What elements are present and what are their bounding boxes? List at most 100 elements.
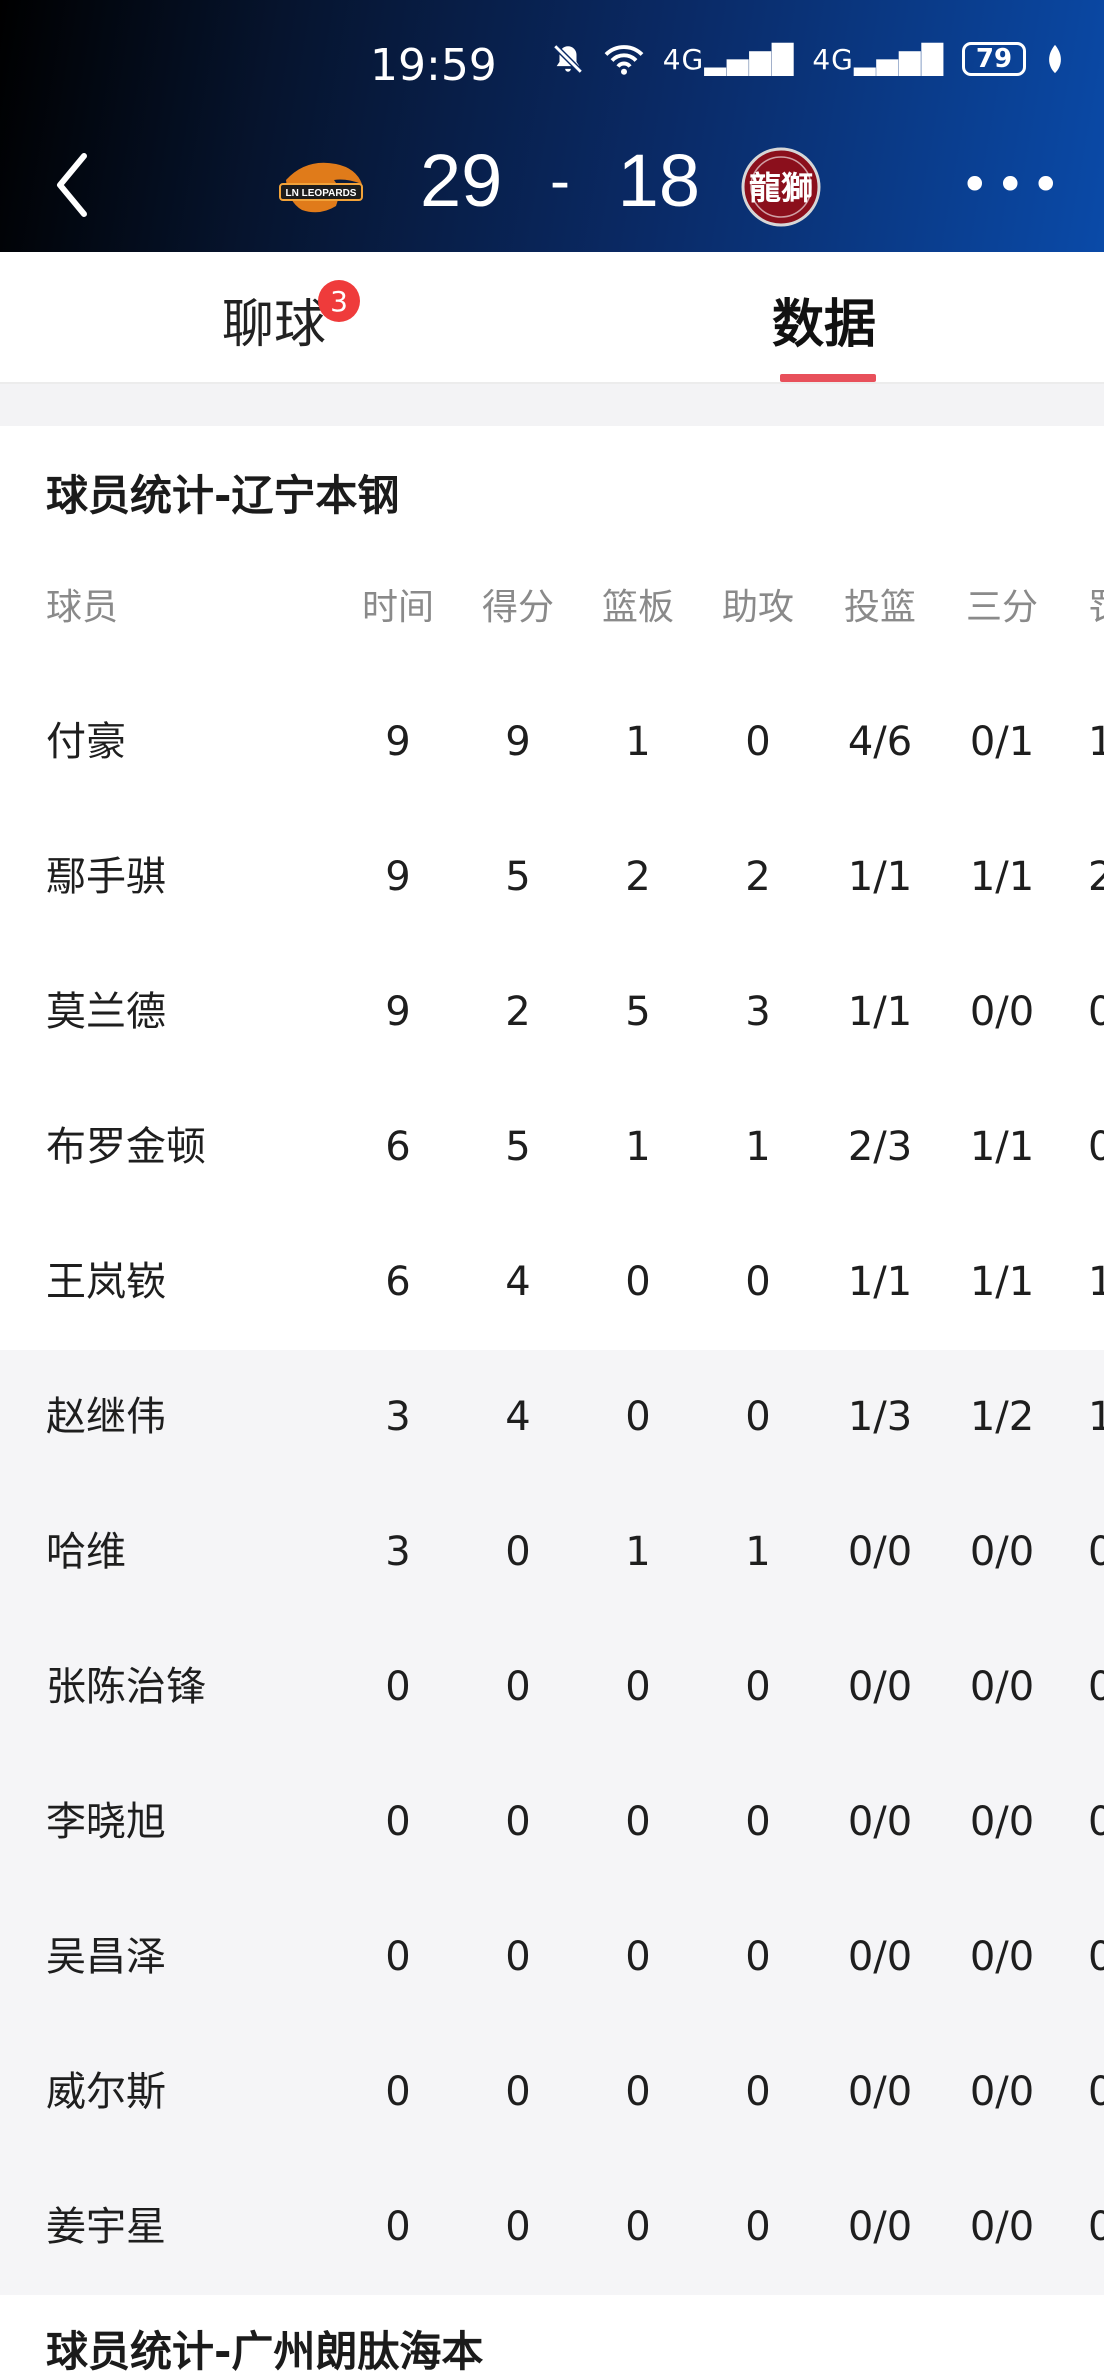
stat-ft: 1 (1088, 719, 1104, 765)
player-name[interactable]: 吴昌泽 (46, 1890, 166, 2025)
stat-ast: 0 (745, 1799, 771, 1845)
table-row[interactable]: 哈维 3 0 1 1 0/0 0/0 0 (0, 1485, 1104, 1620)
wifi-icon (604, 45, 644, 75)
active-tab-indicator (780, 374, 876, 382)
stat-tp: 1/2 (969, 1394, 1035, 1440)
stat-pts: 0 (505, 2069, 531, 2115)
home-team-logo: LN LEOPARDS (279, 162, 363, 213)
stat-fg: 2/3 (847, 1124, 913, 1170)
tab-bar: 聊球 3 数据 (0, 252, 1104, 384)
table-row[interactable]: 张陈治锋 0 0 0 0 0/0 0/0 0 (0, 1620, 1104, 1755)
stat-ast: 1 (745, 1529, 771, 1575)
stat-ast: 0 (745, 1934, 771, 1980)
stat-min: 0 (385, 2069, 411, 2115)
home-logo-text: LN LEOPARDS (286, 188, 357, 199)
stat-min: 0 (385, 1934, 411, 1980)
table-row[interactable]: 李晓旭 0 0 0 0 0/0 0/0 0 (0, 1755, 1104, 1890)
table-row[interactable]: 赵继伟 3 4 0 0 1/3 1/2 1 (0, 1350, 1104, 1485)
table-row[interactable]: 布罗金顿 6 5 1 1 2/3 1/1 0 (0, 1080, 1104, 1215)
player-name[interactable]: 布罗金顿 (46, 1080, 206, 1215)
leaf-icon (1049, 44, 1061, 74)
player-name[interactable]: 姜宇星 (46, 2160, 166, 2295)
stat-min: 6 (385, 1124, 411, 1170)
stat-fg: 1/1 (847, 989, 913, 1035)
table-row[interactable]: 王岚嵚 6 4 0 0 1/1 1/1 1 (0, 1215, 1104, 1350)
stat-min: 9 (385, 854, 411, 900)
stat-fg: 0/0 (847, 1529, 913, 1575)
table-row[interactable]: 鄢手骐 9 5 2 2 1/1 1/1 2 (0, 810, 1104, 945)
stat-min: 0 (385, 1799, 411, 1845)
table-row[interactable]: 莫兰德 9 2 5 3 1/1 0/0 0 (0, 945, 1104, 1080)
status-time: 19:59 (370, 40, 497, 91)
column-header: 球员 (46, 587, 119, 628)
stat-pts: 0 (505, 1529, 531, 1575)
stat-ft: 0 (1088, 1124, 1104, 1170)
stat-tp: 0/0 (969, 1664, 1035, 1710)
player-name[interactable]: 赵继伟 (46, 1350, 166, 1485)
column-header: 得分 (481, 587, 554, 628)
stat-ft: 0 (1088, 1799, 1104, 1845)
player-name[interactable]: 威尔斯 (46, 2025, 166, 2160)
stat-min: 3 (385, 1529, 411, 1575)
stat-min: 0 (385, 2204, 411, 2250)
stat-tp: 0/0 (969, 1799, 1035, 1845)
stat-pts: 0 (505, 2204, 531, 2250)
stat-fg: 1/1 (847, 854, 913, 900)
stat-pts: 5 (505, 854, 531, 900)
player-name[interactable]: 付豪 (46, 675, 126, 810)
stat-tp: 0/1 (969, 719, 1035, 765)
column-header: 助攻 (721, 587, 794, 628)
stat-min: 9 (385, 719, 411, 765)
signal-bars-icon: ▂▄▆█ (704, 42, 795, 76)
stat-ast: 2 (745, 854, 771, 900)
column-header: 篮板 (601, 587, 674, 628)
stat-ast: 0 (745, 1394, 771, 1440)
stat-ft: 0 (1088, 1934, 1104, 1980)
column-header: 时间 (361, 587, 434, 628)
stat-tp: 1/1 (969, 1124, 1035, 1170)
stat-fg: 1/3 (847, 1394, 913, 1440)
section-divider (0, 384, 1104, 426)
tab-data[interactable]: 数据 (772, 282, 876, 357)
stat-tp: 0/0 (969, 2204, 1035, 2250)
stat-pts: 4 (505, 1394, 531, 1440)
player-name[interactable]: 李晓旭 (46, 1755, 166, 1890)
table-row[interactable]: 姜宇星 0 0 0 0 0/0 0/0 0 (0, 2160, 1104, 2295)
stat-reb: 0 (625, 1799, 651, 1845)
stat-tp: 0/0 (969, 2069, 1035, 2115)
home-score: 29 (420, 139, 503, 222)
table-row[interactable]: 威尔斯 0 0 0 0 0/0 0/0 0 (0, 2025, 1104, 2160)
stat-fg: 4/6 (847, 719, 913, 765)
stat-reb: 0 (625, 2204, 651, 2250)
stat-ast: 0 (745, 719, 771, 765)
away-team-logo: 龍獅 (741, 147, 821, 227)
player-name[interactable]: 王岚嵚 (46, 1215, 166, 1350)
table-row[interactable]: 付豪 9 9 1 0 4/6 0/1 1 (0, 675, 1104, 810)
stat-ast: 0 (745, 2204, 771, 2250)
chat-unread-badge: 3 (318, 280, 360, 322)
stat-tp: 1/1 (969, 854, 1035, 900)
player-name[interactable]: 哈维 (46, 1485, 126, 1620)
tab-chat[interactable]: 聊球 (222, 282, 326, 357)
stat-reb: 5 (625, 989, 651, 1035)
stat-ft: 1 (1088, 1394, 1104, 1440)
battery-icon: 79 (962, 42, 1026, 76)
stat-reb: 1 (625, 719, 651, 765)
stat-reb: 0 (625, 1259, 651, 1305)
stat-tp: 0/0 (969, 1934, 1035, 1980)
stat-ft: 0 (1088, 1664, 1104, 1710)
stat-tp: 1/1 (969, 1259, 1035, 1305)
player-name[interactable]: 莫兰德 (46, 945, 166, 1080)
status-icons: 4G▂▄▆█ 4G▂▄▆█ 79 (551, 42, 1066, 76)
stat-ft: 1 (1088, 1259, 1104, 1305)
table-header: 球员 时间 得分 篮板 助攻 投篮 三分 罚 (0, 540, 1104, 675)
stat-tp: 0/0 (969, 989, 1035, 1035)
score-separator: - (550, 147, 570, 214)
stat-pts: 4 (505, 1259, 531, 1305)
back-chevron-icon[interactable] (52, 150, 92, 220)
more-dots-icon[interactable]: ••• (960, 160, 1066, 210)
column-header: 三分 (965, 587, 1038, 628)
table-row[interactable]: 吴昌泽 0 0 0 0 0/0 0/0 0 (0, 1890, 1104, 2025)
player-name[interactable]: 张陈治锋 (46, 1620, 206, 1755)
player-name[interactable]: 鄢手骐 (46, 810, 166, 945)
